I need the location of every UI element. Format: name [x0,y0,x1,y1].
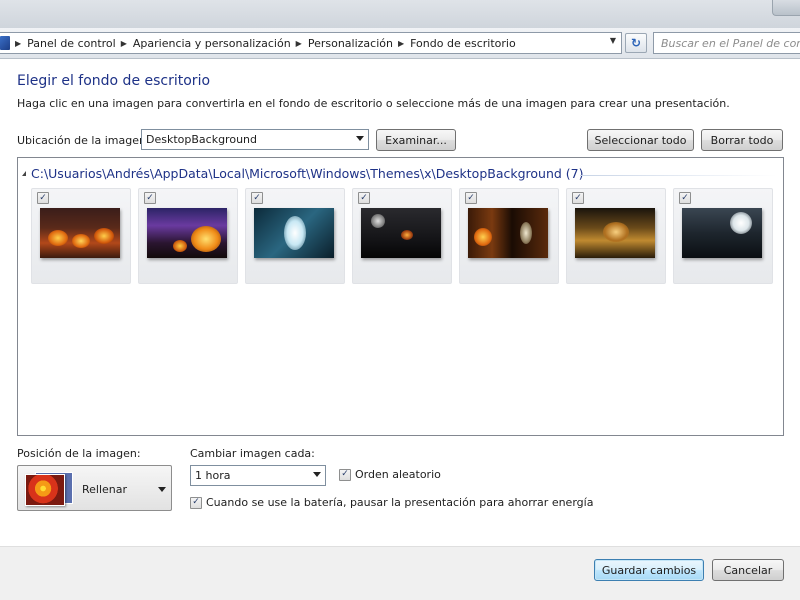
shuffle-option[interactable]: ✓ Orden aleatorio [339,468,441,481]
page-description: Haga clic en una imagen para convertirla… [17,97,730,110]
close-window-button[interactable] [772,0,800,16]
refresh-icon: ↻ [630,36,642,50]
location-value: DesktopBackground [146,133,257,146]
wallpaper-tile[interactable]: ✓ [245,188,345,284]
save-changes-button[interactable]: Guardar cambios [594,559,704,581]
interval-value: 1 hora [195,469,231,482]
position-select[interactable]: Rellenar [17,465,172,511]
battery-option[interactable]: ✓ Cuando se use la batería, pausar la pr… [190,496,593,509]
wallpaper-checkbox[interactable]: ✓ [144,192,156,204]
wallpaper-tile[interactable]: ✓ [673,188,773,284]
group-divider [580,175,776,176]
location-select[interactable]: DesktopBackground [141,129,369,150]
battery-pause-label[interactable]: Cuando se use la batería, pausar la pres… [206,496,593,509]
browse-button[interactable]: Examinar... [376,129,456,151]
wallpaper-thumbnail-full-moon[interactable] [682,208,762,258]
window-title-bar [0,0,800,28]
collapse-triangle-icon[interactable] [22,171,26,176]
cancel-button[interactable]: Cancelar [712,559,784,581]
position-value: Rellenar [82,483,128,496]
position-label: Posición de la imagen: [17,447,141,460]
wallpaper-checkbox[interactable]: ✓ [572,192,584,204]
chevron-right-icon[interactable]: ▶ [398,39,404,48]
breadcrumb[interactable]: ▶ Panel de control ▶ Apariencia y person… [0,32,622,54]
select-all-button[interactable]: Seleccionar todo [587,129,694,151]
wallpaper-tile[interactable]: ✓ [352,188,452,284]
folder-path-label: C:\Usuarios\Andrés\AppData\Local\Microso… [31,166,584,181]
wallpaper-tile[interactable]: ✓ [31,188,131,284]
wallpaper-checkbox[interactable]: ✓ [251,192,263,204]
wallpaper-thumbnail-jack-o-lantern[interactable] [147,208,227,258]
chevron-down-icon[interactable]: ▼ [610,36,616,45]
image-gallery[interactable]: C:\Usuarios\Andrés\AppData\Local\Microso… [17,157,784,436]
battery-pause-checkbox[interactable]: ✓ [190,496,202,509]
address-bar: ▶ Panel de control ▶ Apariencia y person… [0,28,800,59]
chevron-right-icon[interactable]: ▶ [296,39,302,48]
shuffle-label[interactable]: Orden aleatorio [355,468,441,481]
wallpaper-tile[interactable]: ✓ [138,188,238,284]
folder-group-header[interactable]: C:\Usuarios\Andrés\AppData\Local\Microso… [22,166,584,181]
wallpaper-thumbnail-pumpkins[interactable] [40,208,120,258]
chevron-down-icon[interactable] [356,136,364,141]
picture-position-icon [25,470,73,506]
wallpaper-checkbox[interactable]: ✓ [465,192,477,204]
breadcrumb-item-fondo-de-escritorio[interactable]: Fondo de escritorio [410,37,516,50]
chevron-right-icon[interactable]: ▶ [15,39,21,48]
breadcrumb-item-personalizacion[interactable]: Personalización [308,37,393,50]
chevron-right-icon[interactable]: ▶ [121,39,127,48]
wallpaper-checkbox[interactable]: ✓ [37,192,49,204]
wallpaper-thumbnail-doorway[interactable] [468,208,548,258]
wallpaper-checkbox[interactable]: ✓ [358,192,370,204]
wallpaper-checkbox[interactable]: ✓ [679,192,691,204]
interval-label: Cambiar imagen cada: [190,447,315,460]
wallpaper-tile[interactable]: ✓ [566,188,666,284]
location-label: Ubicación de la imagen: [17,134,150,147]
search-input[interactable]: Buscar en el Panel de control [653,32,800,54]
wallpaper-tile[interactable]: ✓ [459,188,559,284]
wallpaper-thumbnail-graveyard[interactable] [575,208,655,258]
page-title: Elegir el fondo de escritorio [17,73,211,89]
chevron-down-icon[interactable] [158,487,166,492]
clear-all-button[interactable]: Borrar todo [701,129,783,151]
breadcrumb-item-apariencia[interactable]: Apariencia y personalización [133,37,291,50]
breadcrumb-item-panel-de-control[interactable]: Panel de control [27,37,116,50]
refresh-button[interactable]: ↻ [625,33,647,53]
shuffle-checkbox[interactable]: ✓ [339,468,351,481]
wallpaper-thumbnail-haunted-house[interactable] [361,208,441,258]
interval-select[interactable]: 1 hora [190,465,326,486]
wallpaper-thumbnail-ghost[interactable] [254,208,334,258]
chevron-down-icon[interactable] [313,472,321,477]
control-panel-icon [0,36,10,50]
